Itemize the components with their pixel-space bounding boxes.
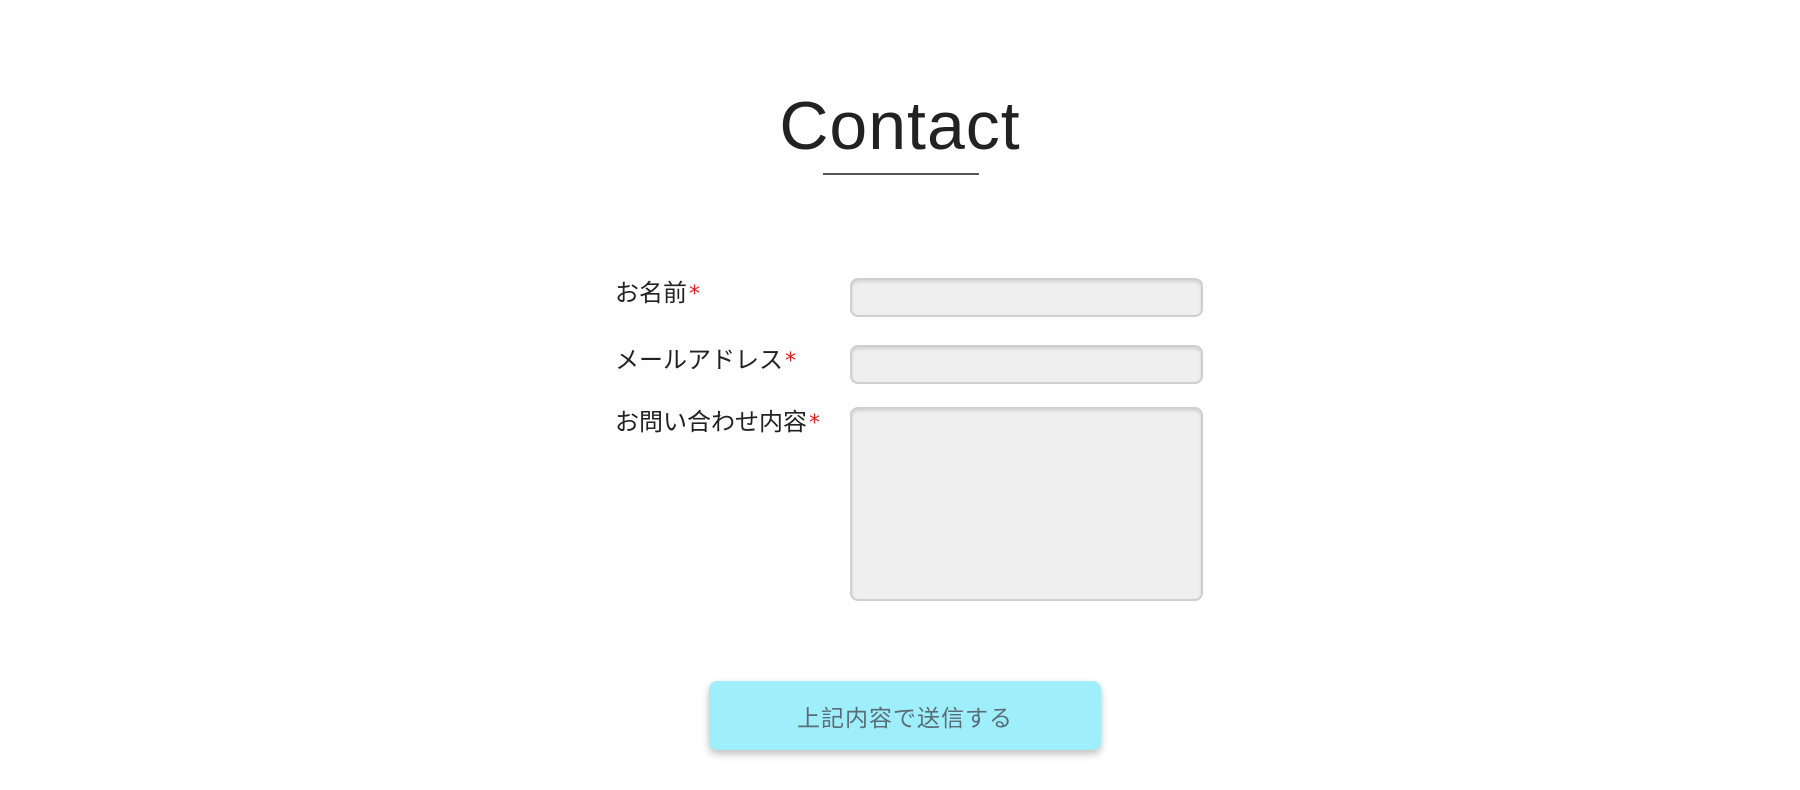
- contact-page: Contact お名前* メールアドレス* お問い合わせ内容* 上記内容で送信す…: [0, 0, 1800, 790]
- name-label: お名前*: [615, 278, 850, 310]
- email-row: メールアドレス*: [615, 345, 1203, 384]
- name-input[interactable]: [850, 278, 1203, 317]
- name-label-text: お名前: [615, 279, 687, 307]
- submit-button[interactable]: 上記内容で送信する: [709, 681, 1101, 750]
- required-mark: *: [809, 411, 820, 436]
- email-input[interactable]: [850, 345, 1203, 384]
- required-mark: *: [689, 282, 700, 307]
- message-row: お問い合わせ内容*: [615, 407, 1203, 601]
- email-label-text: メールアドレス: [615, 346, 783, 374]
- page-title: Contact: [779, 88, 1021, 164]
- message-label: お問い合わせ内容*: [615, 407, 850, 439]
- email-label: メールアドレス*: [615, 345, 850, 377]
- message-label-text: お問い合わせ内容: [615, 408, 807, 436]
- message-textarea[interactable]: [850, 407, 1203, 601]
- name-row: お名前*: [615, 278, 1203, 317]
- required-mark: *: [785, 349, 796, 374]
- title-underline: [823, 173, 979, 175]
